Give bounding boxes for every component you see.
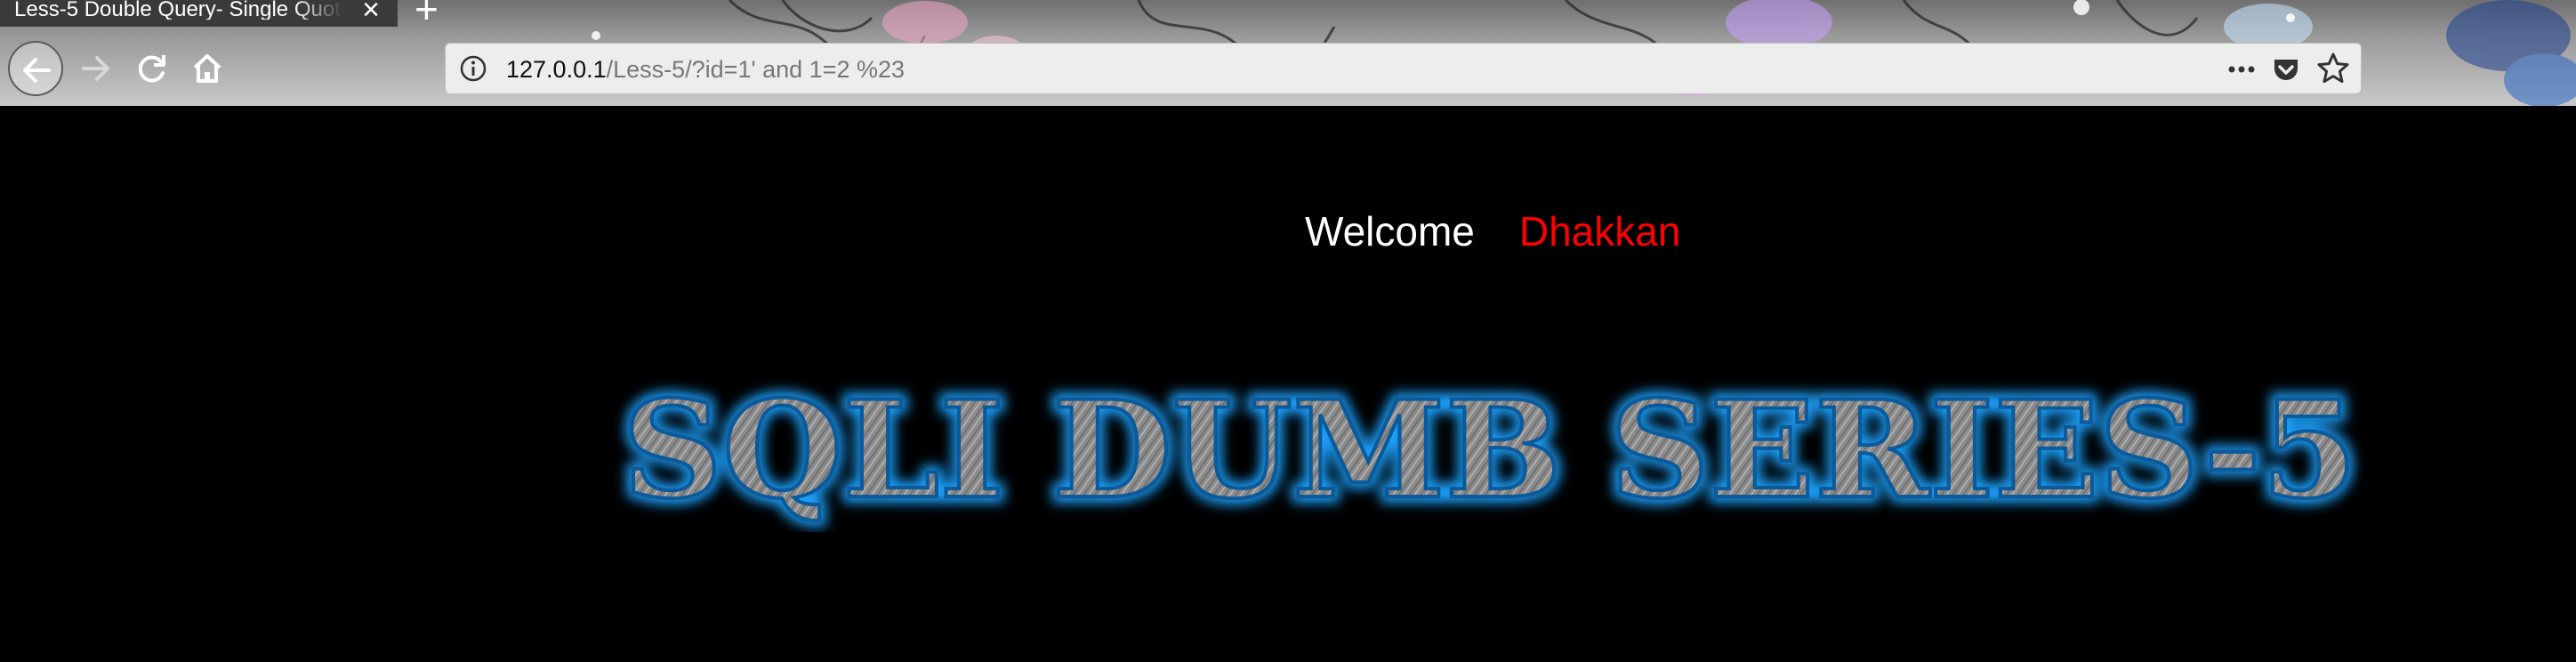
series-banner-image: SQLI DUMB SERIES-5 SQLI DUMB SERIES-5 [616,366,2363,532]
tab-title: Less-5 Double Query- Single Quotes [14,0,343,20]
plus-icon[interactable]: + [415,0,439,29]
back-button[interactable] [8,41,63,96]
welcome-name: Dhakkan [1518,208,1681,254]
welcome-message: Welcome Dhakkan [1305,206,1680,256]
info-icon[interactable] [458,53,488,84]
browser-tab[interactable]: Less-5 Double Query- Single Quotes × [0,0,398,27]
url-text[interactable]: 127.0.0.1/Less-5/?id=1' and 1=2 %23 [506,55,905,84]
browser-chrome: Less-5 Double Query- Single Quotes × + 1… [0,0,2576,106]
back-arrow-icon [23,58,51,83]
close-icon[interactable]: × [362,0,380,25]
pocket-icon[interactable] [2269,52,2303,86]
url-host: 127.0.0.1 [506,56,607,83]
home-icon [193,54,221,83]
welcome-label: Welcome [1305,208,1475,254]
home-button[interactable] [180,41,235,96]
reload-icon [138,55,165,83]
forward-button[interactable] [68,41,123,96]
bookmark-star-icon[interactable] [2315,51,2351,86]
forward-arrow-icon [82,56,109,81]
reload-button[interactable] [125,41,180,96]
more-actions-icon[interactable] [2225,52,2258,86]
address-bar[interactable]: 127.0.0.1/Less-5/?id=1' and 1=2 %23 [445,43,2362,94]
banner-title: SQLI DUMB SERIES-5 [623,372,2357,529]
url-path: /Less-5/?id=1' and 1=2 %23 [606,56,906,83]
